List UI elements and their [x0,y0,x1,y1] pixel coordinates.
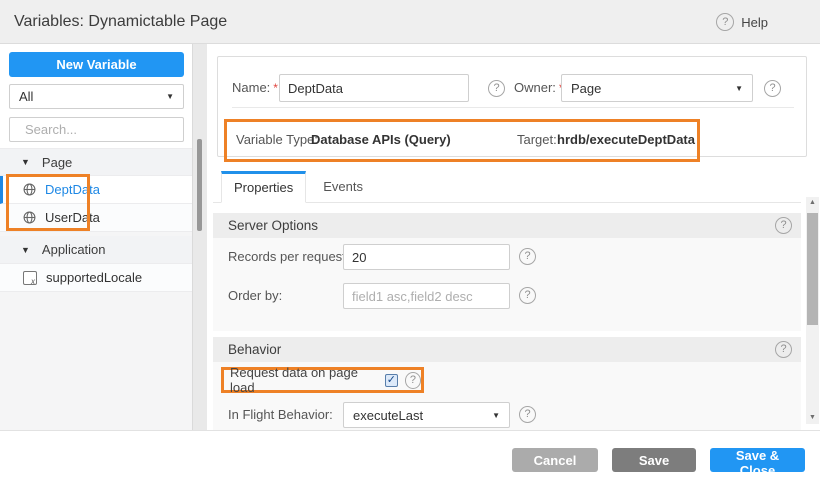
owner-selected-value: Page [571,81,601,96]
sidebar-item-deptdata[interactable]: DeptData [0,176,192,204]
variable-type-value: Database APIs (Query) [311,122,451,158]
owner-help-icon[interactable] [764,80,781,97]
owner-label: Owner:* [514,74,564,102]
properties-panel: Server Options Records per request: Orde… [213,211,801,430]
inflight-behavior-select[interactable]: executeLast [343,402,510,428]
item-label: UserData [45,210,100,225]
owner-select[interactable]: Page [561,74,753,102]
globe-icon [23,211,36,224]
search-box[interactable] [9,117,184,142]
scroll-down-arrow-icon[interactable] [806,412,819,424]
group-label: Page [42,155,72,170]
order-by-label: Order by: [228,283,282,309]
request-on-load-help-icon[interactable] [405,372,421,389]
required-asterisk: * [273,81,278,95]
section-title: Behavior [228,337,281,362]
globe-icon [23,183,36,196]
dialog-footer: Cancel Save Save & Close [0,430,820,488]
records-per-request-input[interactable] [343,244,510,270]
divider [232,107,794,108]
inflight-selected-value: executeLast [353,408,423,423]
expander-triangle-icon [21,157,30,167]
variable-type-label: Variable Type: [236,122,318,158]
variable-filter-select[interactable]: All [9,84,184,109]
item-label: supportedLocale [46,270,142,285]
panel-scrollbar-thumb[interactable] [807,213,818,325]
section-title: Server Options [228,213,318,238]
highlight-box-variable-type: Variable Type: Database APIs (Query) Tar… [224,119,700,162]
tab-properties[interactable]: Properties [221,171,306,203]
sidebar-scrollbar-thumb[interactable] [197,139,202,231]
order-by-help-icon[interactable] [519,287,536,304]
page-title: Variables: Dynamictable Page [14,0,227,44]
variable-detail-panel: Name:* Owner:* Page Variable Type: Datab… [207,44,820,430]
behavior-help-icon[interactable] [775,341,792,358]
sidebar-item-supportedlocale[interactable]: supportedLocale [0,264,192,292]
inflight-help-icon[interactable] [519,406,536,423]
locale-variable-icon [23,271,37,285]
order-by-input[interactable] [343,283,510,309]
inflight-behavior-label: In Flight Behavior: [228,402,333,428]
variables-sidebar: New Variable All Page DeptData UserData [0,44,193,430]
tab-events[interactable]: Events [306,171,380,202]
server-options-header: Server Options [213,213,801,238]
item-label: DeptData [45,182,100,197]
request-on-load-checkbox[interactable] [385,374,398,387]
name-label: Name:* [232,74,278,102]
server-options-help-icon[interactable] [775,217,792,234]
sidebar-item-userdata[interactable]: UserData [0,204,192,232]
name-help-icon[interactable] [488,80,505,97]
sidebar-group-page[interactable]: Page [0,148,192,176]
chevron-down-icon [492,411,500,420]
panel-scrollbar-track[interactable] [806,197,819,424]
records-help-icon[interactable] [519,248,536,265]
group-label: Application [42,242,106,257]
chevron-down-icon [166,92,174,101]
filter-selected-value: All [19,89,33,104]
variable-summary-card: Name:* Owner:* Page Variable Type: Datab… [217,56,807,157]
dialog-header: Variables: Dynamictable Page Help [0,0,820,44]
target-value: hrdb/executeDeptData [557,122,695,158]
save-and-close-button[interactable]: Save & Close [710,448,805,472]
search-input[interactable] [23,121,203,138]
chevron-down-icon [735,84,743,93]
highlight-box-request-on-load: Request data on page load [221,367,424,393]
sidebar-group-application[interactable]: Application [0,236,192,264]
save-button[interactable]: Save [612,448,696,472]
help-label: Help [741,15,768,30]
expander-triangle-icon [21,245,30,255]
records-per-request-label: Records per request: [228,244,349,270]
tab-bar: Properties Events [213,171,801,203]
scroll-up-arrow-icon[interactable] [806,197,819,209]
help-button[interactable]: Help [716,13,768,31]
behavior-header: Behavior [213,337,801,362]
name-input[interactable] [279,74,469,102]
sidebar-scrollbar-track[interactable] [193,44,207,430]
new-variable-button[interactable]: New Variable [9,52,184,77]
cancel-button[interactable]: Cancel [512,448,598,472]
request-on-load-label: Request data on page load [230,365,378,395]
help-icon [716,13,734,31]
target-label: Target: [517,122,557,158]
